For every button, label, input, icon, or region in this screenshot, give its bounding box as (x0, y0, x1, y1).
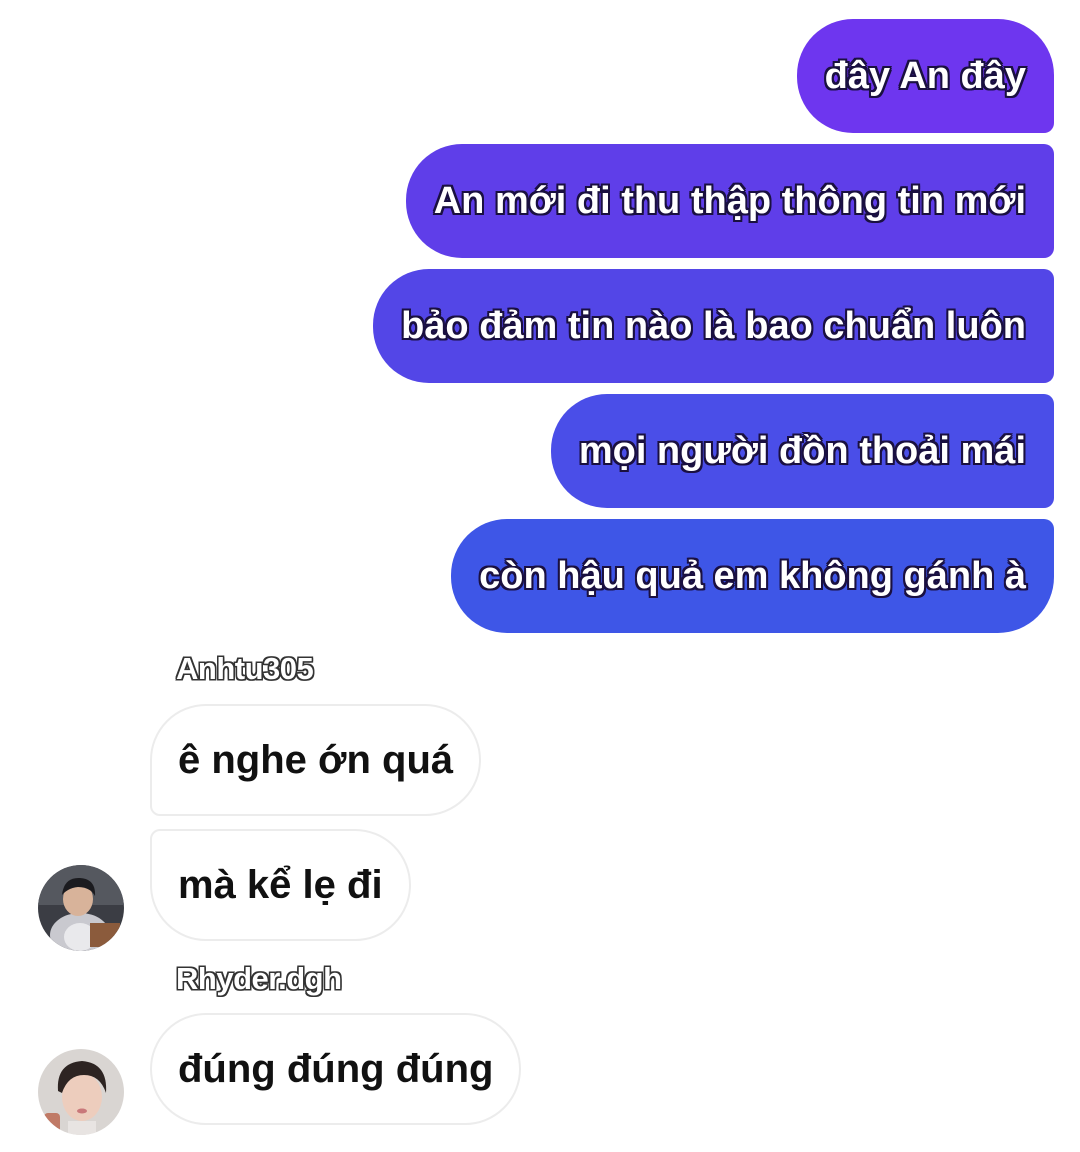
outgoing-message[interactable]: An mới đi thu thập thông tin mới (405, 144, 1054, 258)
sender-name: Rhyder.dgh (176, 961, 342, 996)
incoming-message[interactable]: đúng đúng đúng (150, 1013, 522, 1125)
sender-name: Anhtu305 (176, 651, 314, 686)
message-text: đúng đúng đúng (178, 1046, 494, 1091)
message-text: An mới đi thu thập thông tin mới (433, 179, 1026, 222)
message-text: ê nghe ớn quá (178, 737, 454, 782)
message-text: còn hậu quả em không gánh à (479, 554, 1026, 597)
outgoing-message[interactable]: mọi người đồn thoải mái (550, 394, 1054, 508)
user-avatar[interactable] (38, 1049, 124, 1135)
outgoing-message[interactable]: đây An đây (796, 19, 1054, 133)
user-avatar[interactable] (38, 865, 124, 951)
incoming-message[interactable]: ê nghe ớn quá (150, 704, 482, 816)
message-text: bảo đảm tin nào là bao chuẩn luôn (401, 304, 1026, 347)
user-avatar-photo-icon (38, 865, 124, 951)
message-text: mọi người đồn thoải mái (578, 429, 1026, 472)
outgoing-message[interactable]: bảo đảm tin nào là bao chuẩn luôn (373, 269, 1054, 383)
user-avatar-photo-icon (38, 1049, 124, 1135)
outgoing-message[interactable]: còn hậu quả em không gánh à (451, 519, 1054, 633)
incoming-message[interactable]: mà kể lẹ đi (150, 829, 411, 941)
message-text: mà kể lẹ đi (178, 862, 383, 907)
chat-thread: đây An đây An mới đi thu thập thông tin … (0, 0, 1080, 1152)
message-text: đây An đây (824, 54, 1026, 97)
